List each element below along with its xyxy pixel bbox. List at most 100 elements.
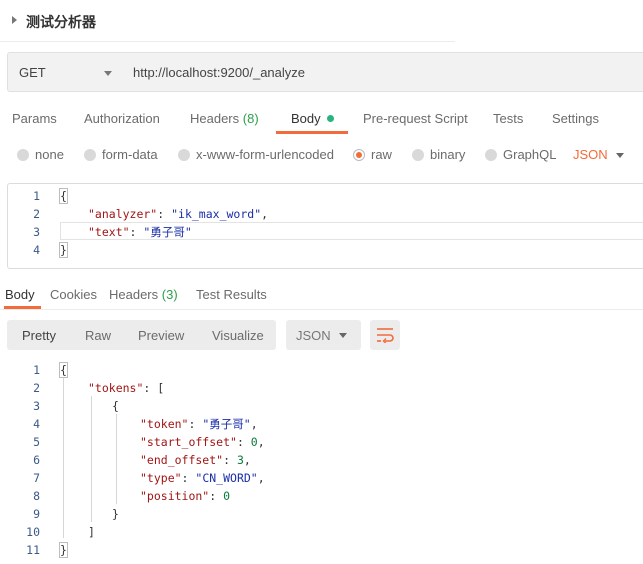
- view-visualize[interactable]: Visualize: [212, 328, 264, 343]
- headers-count: (3): [161, 287, 178, 302]
- json-string: "CN_WORD": [195, 471, 258, 485]
- code-line: {: [59, 361, 68, 379]
- radio-dot: [84, 148, 96, 161]
- radio-binary[interactable]: binary: [412, 147, 465, 165]
- radio-none[interactable]: none: [17, 147, 64, 165]
- view-raw[interactable]: Raw: [85, 328, 111, 343]
- url-input[interactable]: http://localhost:9200/_analyze: [122, 52, 643, 92]
- code-line: "start_offset": 0,: [140, 435, 265, 449]
- code-line: }: [59, 541, 68, 559]
- line-number: 5: [33, 435, 40, 449]
- tab-response-body[interactable]: Body: [5, 287, 35, 302]
- indent-guide: [63, 378, 64, 538]
- code-line: }: [112, 505, 119, 523]
- code-line: "type": "CN_WORD",: [140, 471, 265, 485]
- line-number: 7: [33, 471, 40, 485]
- chevron-down-icon: [339, 333, 347, 338]
- radio-dot: [17, 148, 29, 161]
- tab-label: Authorization: [84, 111, 160, 126]
- radio-form-data[interactable]: form-data: [84, 147, 158, 165]
- tab-headers[interactable]: Headers (8): [190, 111, 259, 135]
- radio-dot: [412, 148, 424, 161]
- json-string: "勇子哥": [202, 417, 251, 431]
- line-number: 1: [33, 189, 40, 203]
- radio-graphql[interactable]: GraphQL: [485, 147, 556, 165]
- json-string: "ik_max_word": [171, 207, 262, 221]
- json-number: 0: [250, 435, 258, 449]
- body-active-dot: [326, 115, 334, 123]
- code-line: "token": "勇子哥",: [140, 417, 258, 431]
- line-number: 4: [33, 243, 40, 257]
- request-title-bar[interactable]: 测试分析器: [0, 0, 455, 42]
- tab-authorization[interactable]: Authorization: [84, 111, 160, 135]
- radio-dot: [485, 148, 497, 161]
- json-key: "token": [140, 417, 189, 431]
- code-line: "tokens": [: [88, 381, 165, 395]
- code-line: {: [112, 397, 119, 415]
- divider: [0, 309, 643, 310]
- method-label: GET: [19, 65, 46, 80]
- view-preview[interactable]: Preview: [138, 328, 184, 343]
- line-number: 11: [26, 543, 40, 557]
- tab-test-results[interactable]: Test Results: [196, 287, 267, 302]
- line-number: 2: [33, 381, 40, 395]
- line-number: 2: [33, 207, 40, 221]
- json-key: "position": [140, 489, 210, 503]
- code-brace: {: [59, 188, 68, 204]
- tab-tests[interactable]: Tests: [493, 111, 523, 135]
- tab-cookies[interactable]: Cookies: [50, 287, 97, 302]
- url-text: http://localhost:9200/_analyze: [133, 65, 306, 80]
- tab-settings[interactable]: Settings: [552, 111, 599, 135]
- tab-label: Headers: [109, 287, 159, 302]
- body-format-select[interactable]: JSON: [573, 147, 608, 162]
- code-brace: {: [112, 399, 119, 413]
- wrap-lines-button[interactable]: [370, 320, 400, 350]
- tab-label: Cookies: [50, 287, 97, 302]
- tab-label: Tests: [493, 111, 524, 126]
- line-number: 3: [33, 225, 40, 239]
- code-brace: {: [59, 362, 68, 378]
- code-brace: }: [59, 542, 68, 558]
- tab-label: Headers: [190, 111, 240, 126]
- json-key: "type": [140, 471, 182, 485]
- json-key: "end_offset": [140, 453, 224, 467]
- headers-count: (8): [242, 111, 259, 126]
- indent-guide: [116, 414, 117, 504]
- method-select[interactable]: GET: [7, 52, 123, 92]
- view-pretty[interactable]: Pretty: [22, 328, 56, 343]
- code-line: "end_offset": 3,: [140, 453, 251, 467]
- request-title: 测试分析器: [26, 15, 96, 31]
- json-key: "analyzer": [88, 207, 158, 221]
- radio-label: none: [35, 147, 64, 162]
- line-number: 1: [33, 363, 40, 377]
- active-tab-indicator: [276, 131, 348, 134]
- code-line: {: [59, 187, 68, 205]
- tab-response-headers[interactable]: Headers (3): [109, 287, 178, 302]
- tab-label: Body: [291, 111, 321, 126]
- json-number: 0: [223, 489, 231, 503]
- chevron-down-icon: [104, 71, 112, 76]
- code-line: "position": 0: [140, 489, 231, 503]
- code-bracket: ]: [88, 525, 95, 539]
- chevron-down-icon[interactable]: [616, 153, 624, 158]
- code-line: "text": "勇子哥": [88, 225, 192, 239]
- tab-label: Test Results: [196, 287, 267, 302]
- tab-label: Pre-request Script: [363, 111, 468, 126]
- json-key: "start_offset": [140, 435, 237, 449]
- wrap-lines-icon: [377, 328, 394, 343]
- radio-raw[interactable]: raw: [353, 147, 392, 165]
- line-number: 3: [33, 399, 40, 413]
- radio-label: form-data: [102, 147, 158, 162]
- radio-x-www-form-urlencoded[interactable]: x-www-form-urlencoded: [178, 147, 334, 165]
- json-key: "tokens": [88, 381, 144, 395]
- code-line: }: [59, 241, 68, 259]
- tab-pre-request-script[interactable]: Pre-request Script: [363, 111, 468, 135]
- radio-label: raw: [371, 147, 392, 162]
- code-brace: }: [59, 242, 68, 258]
- json-key: "text": [88, 225, 130, 239]
- code-bracket: [: [157, 381, 165, 395]
- caret-right-icon[interactable]: [12, 16, 17, 24]
- tab-label: Body: [5, 287, 35, 302]
- tab-params[interactable]: Params: [12, 111, 57, 135]
- code-line: ]: [88, 523, 95, 541]
